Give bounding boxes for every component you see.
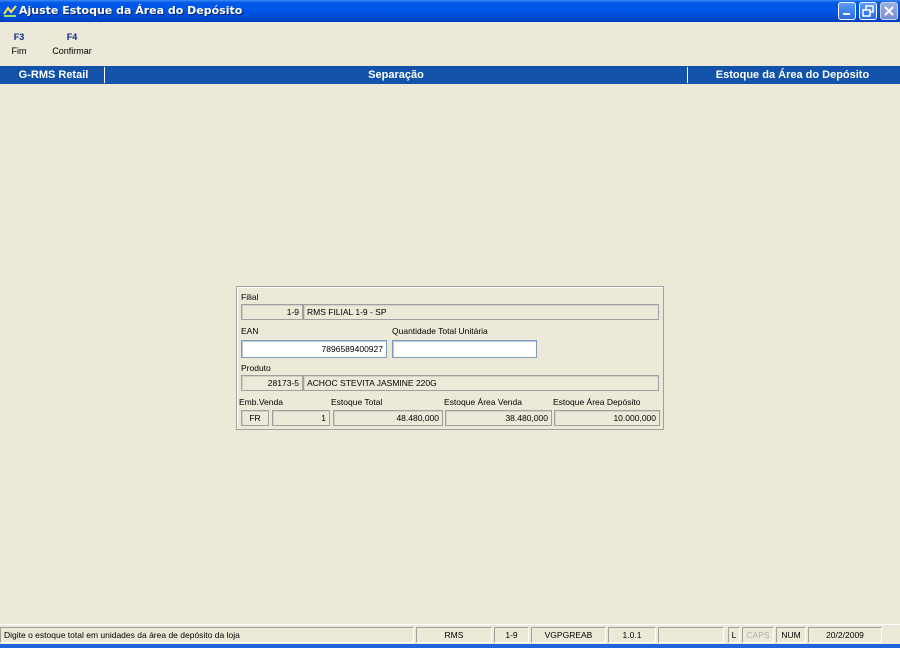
produto-label: Produto (241, 363, 271, 373)
status-date: 20/2/2009 (808, 627, 882, 643)
minimize-icon (843, 13, 850, 15)
f4-key-label: F4 (66, 32, 78, 42)
emb-qty-field: 1 (272, 410, 330, 426)
estoque-venda-field: 38.480,000 (445, 410, 552, 426)
header-app-name: G-RMS Retail (18, 69, 89, 81)
status-l-indicator: L (728, 627, 740, 643)
estoque-venda-label: Estoque Área Venda (444, 397, 522, 407)
minimize-button[interactable] (838, 2, 856, 20)
estoque-deposito-label: Estoque Área Depósito (553, 397, 641, 407)
f3-fim-button[interactable]: F3 Fim (8, 32, 30, 56)
window-title: Ajuste Estoque da Área do Depósito (19, 4, 243, 17)
app-icon (3, 5, 17, 17)
status-bar: Digite o estoque total em unidades da ár… (0, 624, 900, 644)
form-panel: Filial 1-9 RMS FILIAL 1-9 - SP EAN 78965… (236, 286, 664, 430)
header-divider (104, 67, 105, 83)
ean-input[interactable]: 7896589400927 (241, 340, 387, 358)
status-caps-indicator: CAPS (742, 627, 774, 643)
filial-label: Filial (241, 292, 259, 302)
window-bottom-border (0, 644, 900, 648)
f3-action-label: Fim (11, 46, 27, 56)
filial-name-field: RMS FILIAL 1-9 - SP (303, 304, 659, 320)
produto-name-field: ACHOC STEVITA JASMINE 220G (303, 375, 659, 391)
close-button[interactable] (880, 2, 898, 20)
filial-code-field: 1-9 (241, 304, 303, 320)
window-titlebar: Ajuste Estoque da Área do Depósito (0, 0, 900, 22)
restore-button[interactable] (859, 2, 877, 20)
status-num-indicator: NUM (776, 627, 806, 643)
close-icon (884, 6, 894, 16)
header-divider (687, 67, 688, 83)
emb-unit-field: FR (241, 410, 269, 426)
f4-confirmar-button[interactable]: F4 Confirmar (47, 32, 97, 56)
estoque-total-label: Estoque Total (331, 397, 383, 407)
f4-action-label: Confirmar (52, 46, 92, 56)
produto-code-field: 28173-5 (241, 375, 303, 391)
header-module: Separação (368, 69, 424, 81)
status-filial: 1-9 (494, 627, 529, 643)
ean-label: EAN (241, 326, 259, 336)
status-version: 1.0.1 (608, 627, 656, 643)
status-system: RMS (416, 627, 492, 643)
header-screen-name: Estoque da Área do Depósito (715, 69, 870, 81)
header-band: G-RMS Retail Separação Estoque da Área d… (0, 66, 900, 84)
restore-icon (862, 5, 874, 17)
estoque-deposito-field: 10.000,000 (554, 410, 660, 426)
status-program: VGPGREAB (531, 627, 606, 643)
status-message: Digite o estoque total em unidades da ár… (0, 627, 414, 643)
status-extra (658, 627, 724, 643)
emb-venda-label: Emb.Venda (239, 397, 283, 407)
quantidade-input[interactable] (392, 340, 537, 358)
f3-key-label: F3 (13, 32, 25, 42)
quantidade-label: Quantidade Total Unitária (392, 326, 488, 336)
estoque-total-field: 48.480,000 (333, 410, 443, 426)
